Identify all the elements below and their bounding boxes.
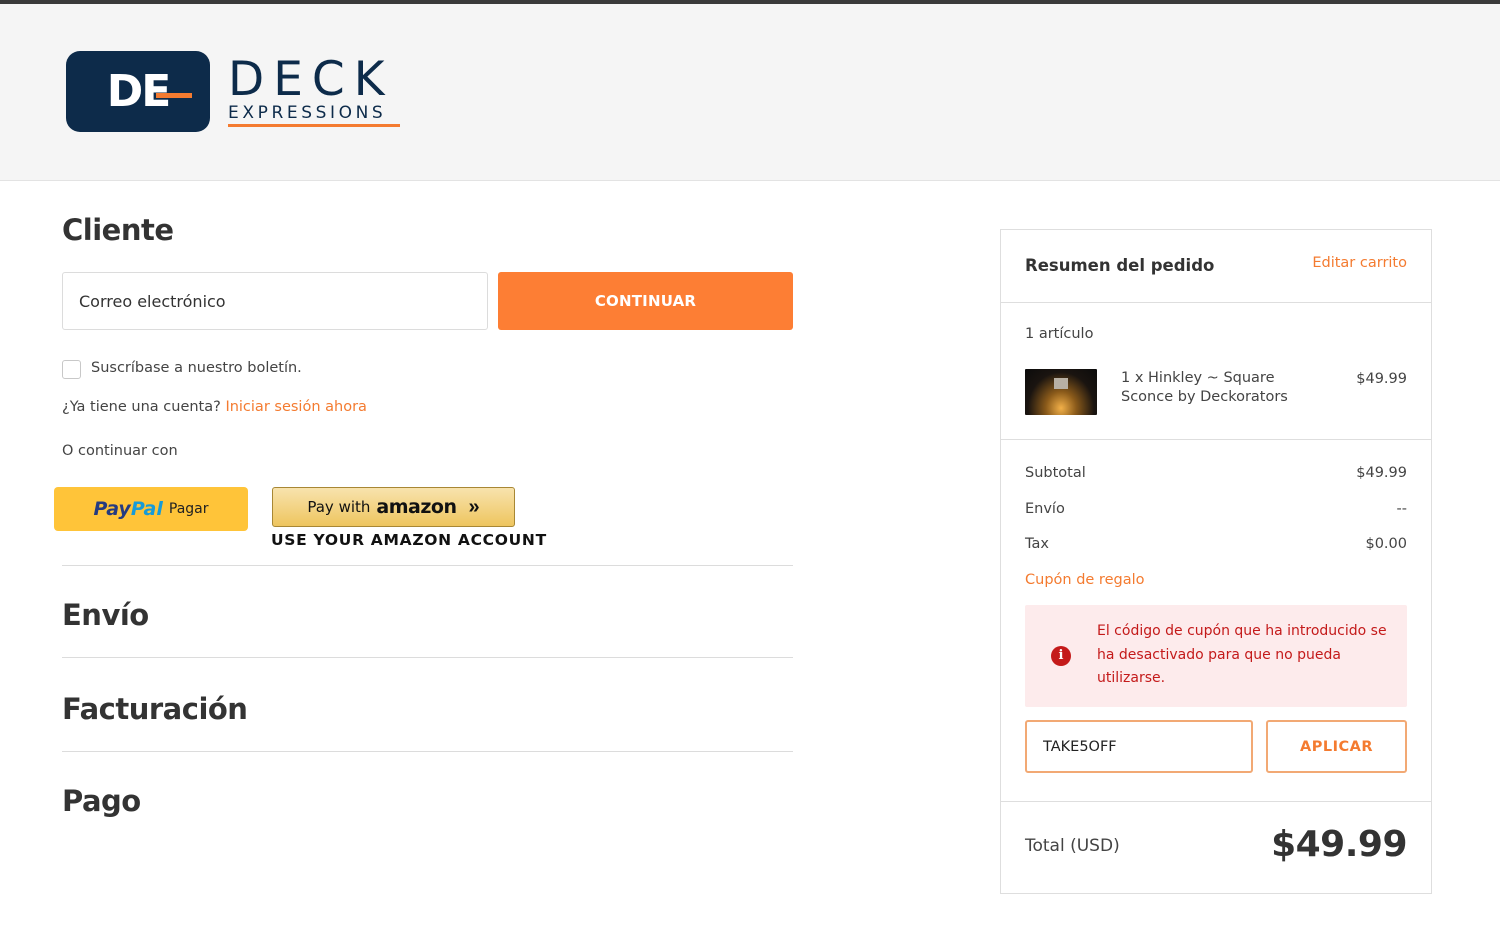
divider [62,657,793,658]
divider [1001,302,1431,303]
divider [1001,801,1431,802]
shipping-label: Envío [1025,501,1065,517]
amazon-caption: USE YOUR AMAZON ACCOUNT [271,531,547,549]
paypal-button[interactable]: PayPal Pagar [54,487,248,531]
double-chevron-right-icon: » [468,495,480,518]
newsletter-label: Suscríbase a nuestro boletín. [91,360,302,376]
product-name: 1 x Hinkley ~ Square Sconce by Deckorato… [1121,370,1288,405]
product-thumbnail [1025,369,1097,415]
continue-button[interactable]: CONTINUAR [498,272,793,330]
edit-cart-link[interactable]: Editar carrito [1312,255,1407,271]
coupon-error-message: El código de cupón que ha introducido se… [1097,623,1387,686]
paypal-logo-pal: Pal [130,498,163,520]
subtotal-label: Subtotal [1025,465,1086,481]
email-field[interactable] [62,272,488,330]
account-prompt: ¿Ya tiene una cuenta? [62,399,221,415]
shipping-value: -- [1396,501,1407,517]
payment-section-title: Pago [62,784,141,818]
account-prompt-line: ¿Ya tiene una cuenta? Iniciar sesión aho… [62,399,367,415]
subtotal-value: $49.99 [1356,465,1407,481]
shipping-section-title: Envío [62,598,149,632]
total-label: Total (USD) [1025,836,1120,856]
total-value: $49.99 [1271,824,1407,865]
coupon-code-input[interactable] [1025,720,1253,773]
gift-coupon-link[interactable]: Cupón de regalo [1025,572,1144,588]
order-summary-panel: Resumen del pedido Editar carrito 1 artí… [1000,229,1432,894]
tax-label: Tax [1025,536,1049,552]
logo-name: DECK [228,52,394,107]
product-price: $49.99 [1356,371,1407,387]
page-header: DE DECK EXPRESSIONS [0,4,1500,181]
amazon-logo: amazon [376,496,457,518]
error-info-icon: i [1051,646,1071,666]
paypal-label: Pagar [168,501,209,517]
apply-coupon-button[interactable]: APLICAR [1266,720,1407,773]
logo-wordmark[interactable]: DECK EXPRESSIONS [228,56,400,127]
billing-section-title: Facturación [62,692,248,726]
or-continue-label: O continuar con [62,443,178,459]
signin-link[interactable]: Iniciar sesión ahora [225,399,366,415]
logo-monogram[interactable]: DE [66,51,210,132]
newsletter-checkbox[interactable] [62,360,81,379]
amazon-prefix: Pay with [307,498,371,516]
tax-value: $0.00 [1365,536,1407,552]
customer-section-title: Cliente [62,213,174,247]
divider [1001,439,1431,440]
item-count: 1 artículo [1025,326,1094,342]
divider [62,751,793,752]
order-summary-title: Resumen del pedido [1025,256,1215,275]
paypal-logo-pay: Pay [93,498,131,520]
paypal-logo: PayPal [93,498,162,520]
coupon-error-alert: i El código de cupón que ha introducido … [1025,605,1407,707]
amazon-pay-button[interactable]: Pay with amazon » [272,487,515,527]
logo-accent-bar [155,93,192,98]
logo-monogram-text: DE [106,66,172,117]
divider [62,565,793,566]
logo-underline [228,124,400,127]
logo-tagline: EXPRESSIONS [228,103,387,123]
